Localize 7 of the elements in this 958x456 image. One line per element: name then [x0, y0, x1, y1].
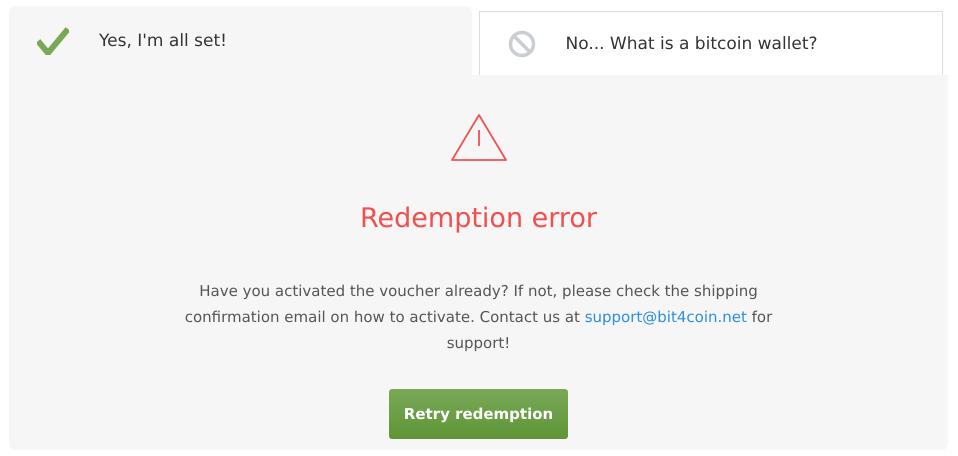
- tab[interactable]: No... What is a bitcoin wallet?: [478, 11, 943, 75]
- prohibited-icon: [508, 30, 536, 58]
- error-title: Redemption error: [360, 203, 597, 234]
- checkmark-icon: [37, 26, 69, 54]
- error-message: Have you activated the voucher already? If not, please check the shipping confirmation email on how to activate. Contact us at support@bit4coin.net for support!: [184, 281, 774, 354]
- warning-icon: [450, 113, 508, 163]
- tab[interactable]: Yes, I'm all set!: [9, 6, 472, 75]
